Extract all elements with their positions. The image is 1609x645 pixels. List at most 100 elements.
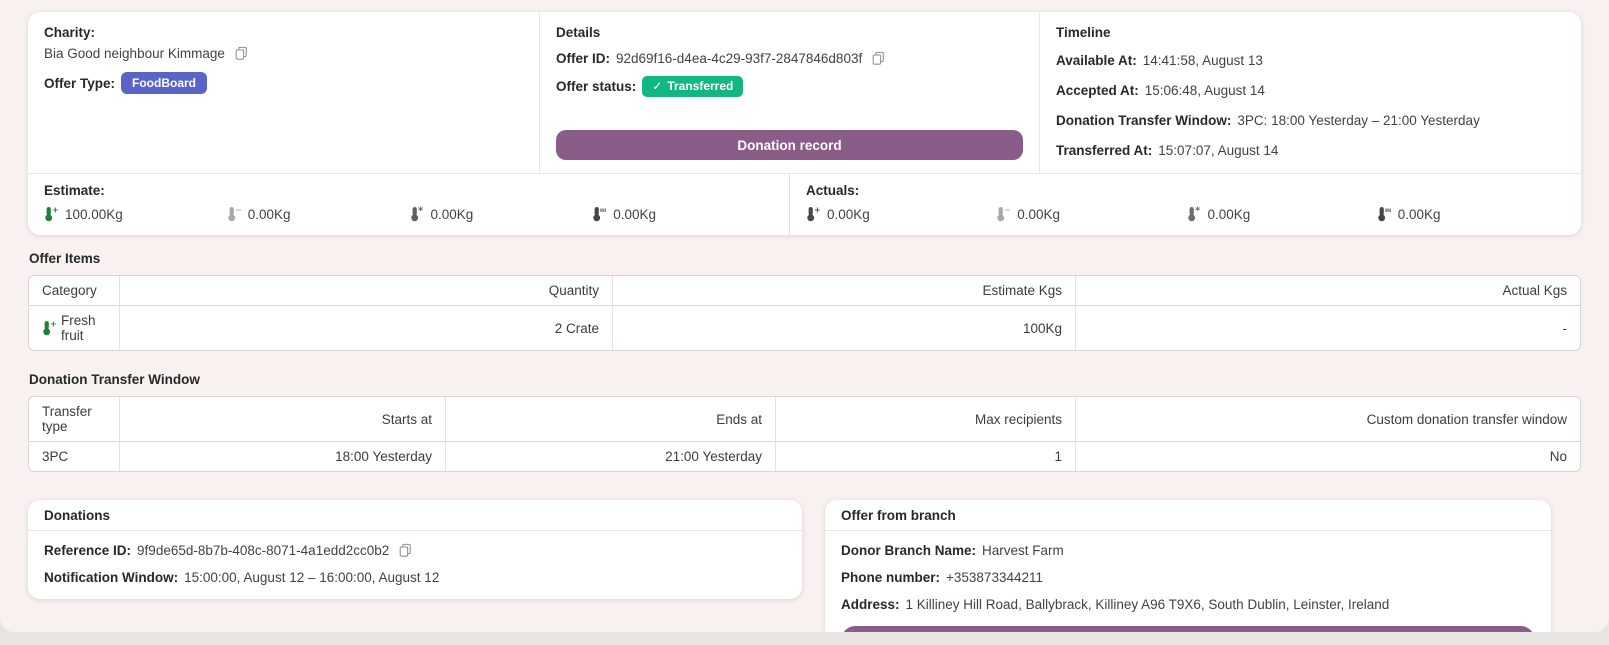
notification-window-value: 15:00:00, August 12 – 16:00:00, August 1…: [184, 570, 439, 585]
svg-text:*: *: [1195, 206, 1201, 217]
column-header-actual-kgs: Actual Kgs: [1076, 276, 1580, 306]
transfer-type-value: 3PC: [29, 442, 120, 471]
actuals-summary: Actuals: + 0.00Kg: [790, 174, 1581, 235]
address-label: Address:: [841, 597, 900, 612]
donor-branch-name-value: Harvest Farm: [982, 543, 1064, 558]
donor-branch-name-label: Donor Branch Name:: [841, 543, 976, 558]
offer-item-category: Fresh fruit: [61, 313, 106, 343]
estimate-label: Estimate:: [44, 183, 789, 198]
column-header-transfer-type: Transfer type: [29, 397, 120, 442]
column-header-ends-at: Ends at: [446, 397, 776, 442]
estimate-ambient-item: + 100.00Kg: [44, 206, 227, 222]
charity-section: Charity: Bia Good neighbour Kimmage Offe…: [28, 12, 540, 173]
svg-text:−: −: [1004, 205, 1011, 214]
timeline-value: 14:41:58, August 13: [1143, 53, 1263, 68]
timeline-label: Available At:: [1056, 53, 1137, 68]
offer-item-quantity: 2 Crate: [120, 306, 613, 350]
offer-type-label: Offer Type:: [44, 76, 115, 91]
transfer-window-table: Transfer type Starts at Ends at Max reci…: [28, 396, 1581, 472]
svg-text:ııı: ııı: [600, 207, 606, 214]
estimate-ambient-value: 100.00Kg: [65, 207, 123, 222]
column-header-quantity: Quantity: [120, 276, 613, 306]
details-title: Details: [556, 25, 1023, 40]
reference-id-label: Reference ID:: [44, 543, 131, 558]
open-map-button[interactable]: Open map: [841, 626, 1535, 632]
timeline-value: 3PC: 18:00 Yesterday – 21:00 Yesterday: [1237, 113, 1479, 128]
timeline-row: Accepted At: 15:06:48, August 14: [1056, 80, 1565, 100]
max-recipients-value: 1: [776, 442, 1076, 471]
estimate-summary: Estimate: + 100.00Kg: [28, 174, 790, 235]
timeline-label: Donation Transfer Window:: [1056, 113, 1231, 128]
ends-at-value: 21:00 Yesterday: [446, 442, 776, 471]
donation-record-button[interactable]: Donation record: [556, 130, 1023, 160]
offer-status-badge: ✓ Transferred: [642, 76, 743, 97]
offer-item-actual-kgs: -: [1076, 306, 1580, 350]
svg-text:+: +: [814, 205, 821, 214]
offer-item-estimate-kgs: 100Kg: [613, 306, 1076, 350]
offer-item-row: + Fresh fruit 2 Crate 100Kg -: [29, 306, 1580, 350]
thermometer-frozen-icon: *: [1187, 206, 1200, 222]
actuals-hot-value: 0.00Kg: [1398, 207, 1441, 222]
offer-items-title: Offer Items: [29, 251, 1581, 266]
offer-status-label: Offer status:: [556, 79, 636, 94]
offer-header-card: Charity: Bia Good neighbour Kimmage Offe…: [28, 12, 1581, 235]
thermometer-ambient-icon: +: [42, 320, 55, 336]
thermometer-chilled-icon: −: [996, 206, 1009, 222]
timeline-section: Timeline Available At: 14:41:58, August …: [1040, 12, 1581, 173]
timeline-row: Available At: 14:41:58, August 13: [1056, 50, 1565, 70]
timeline-row: Donation Transfer Window: 3PC: 18:00 Yes…: [1056, 110, 1565, 130]
weights-summary-row: Estimate: + 100.00Kg: [28, 173, 1581, 235]
copy-icon: [398, 543, 412, 558]
copy-charity-name-button[interactable]: [231, 46, 248, 61]
estimate-chilled-value: 0.00Kg: [248, 207, 291, 222]
offer-type-badge: FoodBoard: [121, 72, 207, 94]
svg-text:ııı: ııı: [1385, 207, 1391, 214]
charity-label: Charity:: [44, 25, 523, 40]
reference-id-value: 9f9de65d-8b7b-408c-8071-4a1edd2cc0b2: [137, 543, 389, 558]
svg-text:+: +: [52, 205, 59, 214]
offer-status-text: Transferred: [667, 79, 733, 93]
offer-from-branch-title: Offer from branch: [825, 500, 1551, 531]
copy-icon: [234, 46, 248, 61]
custom-window-value: No: [1076, 442, 1580, 471]
estimate-hot-item: ııı 0.00Kg: [592, 206, 775, 222]
timeline-label: Accepted At:: [1056, 83, 1139, 98]
estimate-frozen-value: 0.00Kg: [431, 207, 474, 222]
copy-reference-id-button[interactable]: [395, 543, 412, 558]
transfer-window-header-row: Transfer type Starts at Ends at Max reci…: [29, 397, 1580, 442]
actuals-label: Actuals:: [806, 183, 1581, 198]
starts-at-value: 18:00 Yesterday: [120, 442, 446, 471]
transfer-window-row: 3PC 18:00 Yesterday 21:00 Yesterday 1 No: [29, 442, 1580, 471]
copy-icon: [871, 51, 885, 66]
actuals-frozen-value: 0.00Kg: [1208, 207, 1251, 222]
address-value: 1 Killiney Hill Road, Ballybrack, Killin…: [906, 597, 1390, 612]
phone-number-value: +353873344211: [946, 570, 1043, 585]
actuals-ambient-item: + 0.00Kg: [806, 206, 996, 222]
check-icon: ✓: [652, 79, 662, 93]
offer-header-top: Charity: Bia Good neighbour Kimmage Offe…: [28, 12, 1581, 173]
transfer-window-title: Donation Transfer Window: [29, 372, 1581, 387]
copy-offer-id-button[interactable]: [868, 51, 885, 66]
timeline-row: Transferred At: 15:07:07, August 14: [1056, 140, 1565, 160]
timeline-value: 15:06:48, August 14: [1145, 83, 1265, 98]
charity-name: Bia Good neighbour Kimmage: [44, 46, 225, 61]
thermometer-hot-icon: ııı: [592, 206, 605, 222]
actuals-chilled-item: − 0.00Kg: [996, 206, 1186, 222]
donations-card: Donations Reference ID: 9f9de65d-8b7b-40…: [28, 500, 802, 599]
timeline-label: Transferred At:: [1056, 143, 1152, 158]
column-header-custom-window: Custom donation transfer window: [1076, 397, 1580, 442]
thermometer-hot-icon: ııı: [1377, 206, 1390, 222]
phone-number-label: Phone number:: [841, 570, 940, 585]
actuals-hot-item: ııı 0.00Kg: [1377, 206, 1567, 222]
column-header-category: Category: [29, 276, 120, 306]
estimate-chilled-item: − 0.00Kg: [227, 206, 410, 222]
thermometer-chilled-icon: −: [227, 206, 240, 222]
offer-id-label: Offer ID:: [556, 51, 610, 66]
offer-detail-page: Charity: Bia Good neighbour Kimmage Offe…: [0, 0, 1609, 632]
estimate-hot-value: 0.00Kg: [613, 207, 656, 222]
column-header-max-recipients: Max recipients: [776, 397, 1076, 442]
timeline-title: Timeline: [1056, 25, 1565, 40]
column-header-starts-at: Starts at: [120, 397, 446, 442]
offer-items-header-row: Category Quantity Estimate Kgs Actual Kg…: [29, 276, 1580, 306]
actuals-frozen-item: * 0.00Kg: [1187, 206, 1377, 222]
